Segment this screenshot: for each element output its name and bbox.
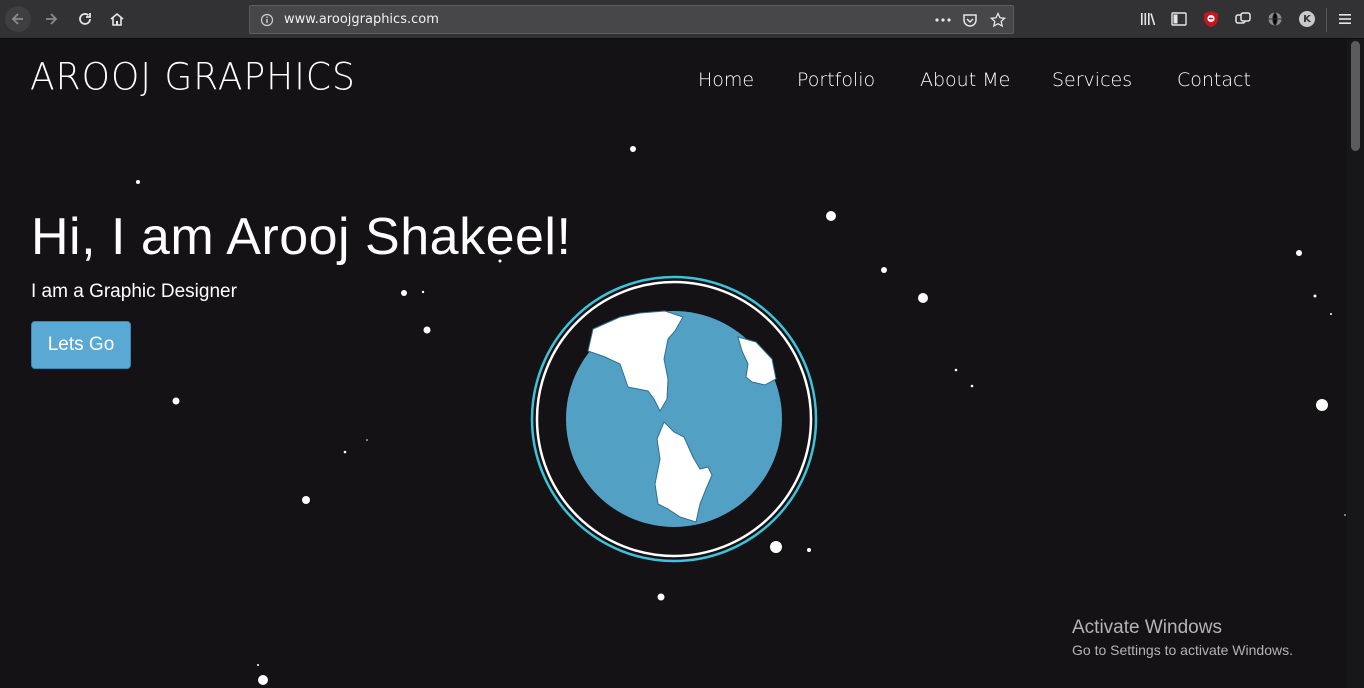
star bbox=[423, 326, 431, 334]
ublock-icon[interactable] bbox=[1198, 6, 1224, 32]
star bbox=[1296, 250, 1302, 256]
hero-subtitle: I am a Graphic Designer bbox=[31, 281, 237, 302]
site-logo[interactable]: AROOJ GRAPHICS bbox=[30, 56, 356, 99]
lets-go-button[interactable]: Lets Go bbox=[31, 321, 131, 369]
star bbox=[1313, 294, 1317, 298]
star bbox=[366, 439, 368, 441]
star bbox=[770, 541, 782, 553]
url-text[interactable]: www.aroojgraphics.com bbox=[284, 12, 439, 27]
home-icon[interactable] bbox=[104, 6, 130, 32]
star bbox=[657, 593, 665, 601]
page-scrollbar[interactable] bbox=[1347, 39, 1364, 688]
windows-activation-watermark: Activate Windows Go to Settings to activ… bbox=[1072, 617, 1293, 658]
star bbox=[258, 675, 268, 685]
info-icon[interactable] bbox=[256, 9, 278, 31]
star bbox=[826, 211, 836, 221]
web-page: AROOJ GRAPHICS Home Portfolio About Me S… bbox=[0, 39, 1347, 688]
star bbox=[630, 146, 636, 152]
nav-contact[interactable]: Contact bbox=[1177, 69, 1251, 91]
nav-about-me[interactable]: About Me bbox=[920, 69, 1010, 91]
star bbox=[257, 664, 259, 666]
star bbox=[1316, 399, 1328, 411]
scrollbar-thumb[interactable] bbox=[1351, 41, 1360, 151]
star bbox=[1330, 313, 1332, 315]
reload-icon[interactable] bbox=[72, 6, 98, 32]
more-icon[interactable] bbox=[932, 9, 954, 31]
starfield bbox=[136, 146, 1346, 685]
star bbox=[970, 384, 974, 388]
account-initial: K bbox=[1299, 11, 1315, 27]
star bbox=[918, 293, 928, 303]
account-icon[interactable]: K bbox=[1294, 6, 1320, 32]
star bbox=[136, 180, 140, 184]
watermark-subtitle: Go to Settings to activate Windows. bbox=[1072, 642, 1293, 658]
star bbox=[1344, 514, 1346, 516]
star bbox=[954, 368, 958, 372]
nav-services[interactable]: Services bbox=[1052, 69, 1132, 91]
star bbox=[343, 450, 347, 454]
bookmark-star-icon[interactable] bbox=[987, 9, 1009, 31]
pocket-icon[interactable] bbox=[959, 9, 981, 31]
watermark-title: Activate Windows bbox=[1072, 617, 1222, 638]
browser-toolbar: www.aroojgraphics.com K bbox=[0, 0, 1364, 39]
forward-icon[interactable] bbox=[38, 6, 64, 32]
toolbar-divider bbox=[1326, 8, 1327, 32]
star bbox=[172, 397, 180, 405]
nav-home[interactable]: Home bbox=[698, 69, 754, 91]
sidebar-icon[interactable] bbox=[1166, 6, 1192, 32]
url-bar[interactable]: www.aroojgraphics.com bbox=[249, 5, 1014, 34]
star bbox=[807, 548, 811, 552]
hero-title: Hi, I am Arooj Shakeel! bbox=[31, 208, 572, 266]
back-icon[interactable] bbox=[5, 6, 31, 32]
nav-portfolio[interactable]: Portfolio bbox=[797, 69, 875, 91]
library-icon[interactable] bbox=[1135, 6, 1161, 32]
globe-icon[interactable] bbox=[1262, 6, 1288, 32]
sync-icon[interactable] bbox=[1230, 6, 1256, 32]
earth-illustration bbox=[530, 275, 818, 563]
star bbox=[421, 290, 425, 294]
menu-icon[interactable] bbox=[1332, 6, 1358, 32]
star bbox=[302, 496, 310, 504]
star bbox=[401, 290, 407, 296]
star bbox=[881, 267, 887, 273]
